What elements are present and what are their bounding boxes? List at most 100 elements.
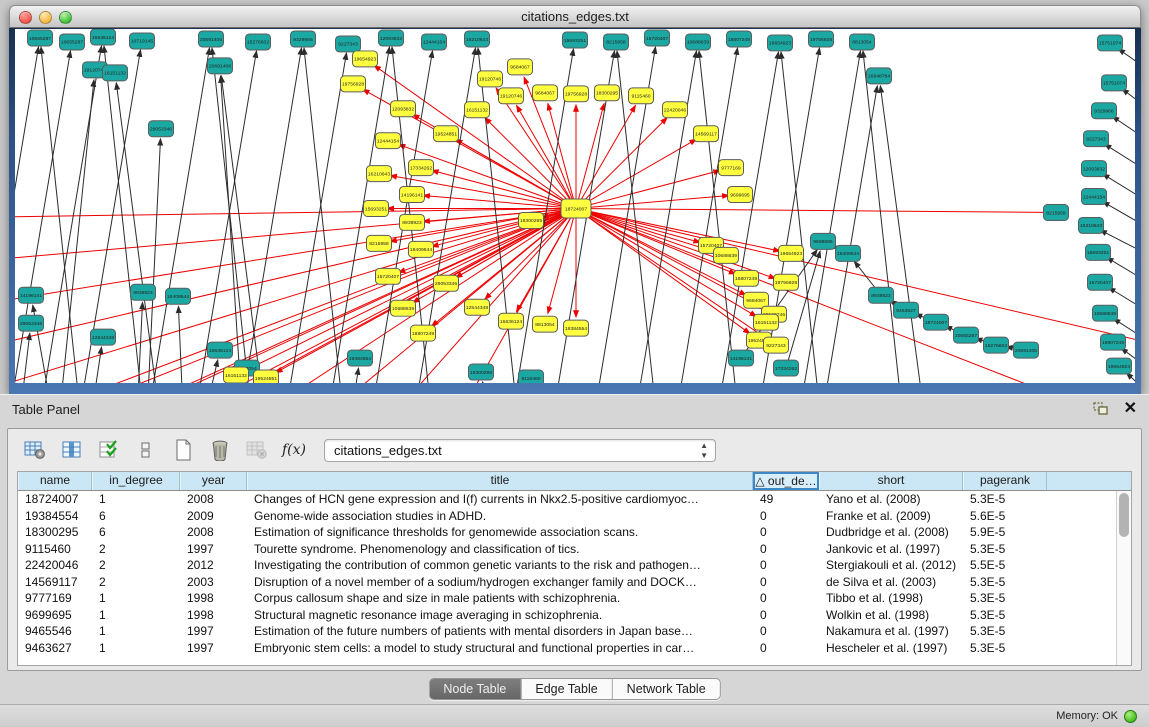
citation-edge-red[interactable] [576, 118, 667, 209]
teal-node[interactable]: 18300295 [469, 364, 494, 380]
hub-node[interactable]: 18724007 [561, 199, 591, 218]
teal-node[interactable]: 16636124 [91, 29, 116, 45]
teal-node[interactable]: 18807249 [727, 31, 752, 47]
yellow-node[interactable]: 12544348 [465, 299, 490, 315]
teal-node[interactable]: 15693251 [1086, 244, 1111, 260]
citation-edge-black[interactable] [345, 368, 359, 383]
table-cell[interactable]: 5.3E-5 [963, 607, 1047, 624]
table-cell[interactable]: 5.3E-5 [963, 491, 1047, 508]
teal-node[interactable]: 10719145 [130, 33, 155, 49]
citation-edge-black[interactable] [863, 51, 907, 383]
table-cell[interactable]: Wolkin et al. (1998) [819, 607, 963, 624]
yellow-node[interactable]: 9699695 [728, 187, 753, 203]
yellow-node[interactable]: 19524851 [254, 370, 279, 383]
citation-network-graph[interactable]: 1065528710655287166361241071914520691406… [15, 29, 1135, 383]
table-cell[interactable]: 5.3E-5 [963, 640, 1047, 657]
citation-edge-black[interactable] [278, 53, 347, 383]
table-cell[interactable]: Embryonic stem cells: a model to study s… [247, 640, 753, 657]
yellow-node[interactable]: 19756928 [564, 86, 589, 102]
table-cell[interactable]: 9777169 [18, 590, 92, 607]
citation-edge-black[interactable] [178, 306, 185, 383]
teal-node[interactable]: 19654923 [768, 35, 793, 51]
teal-node[interactable]: 10655287 [28, 30, 53, 46]
table-cell[interactable]: Hescheler et al. (1997) [819, 640, 963, 657]
teal-node[interactable]: 16648784 [867, 68, 892, 84]
teal-node[interactable]: 15751074 [1098, 35, 1123, 51]
table-cell[interactable]: 19384554 [18, 508, 92, 525]
teal-node[interactable]: 15751074 [1102, 75, 1127, 91]
table-cell[interactable]: 9465546 [18, 623, 92, 640]
table-cell[interactable]: Genome-wide association studies in ADHD. [247, 508, 753, 525]
citation-edge-red[interactable] [576, 208, 1056, 212]
yellow-node[interactable]: 22420046 [663, 102, 688, 118]
teal-node[interactable]: 10688639 [1093, 305, 1118, 321]
yellow-node[interactable]: 18300295 [595, 85, 620, 101]
teal-node[interactable]: 10688639 [686, 34, 711, 50]
teal-node[interactable]: 17334262 [774, 360, 799, 376]
teal-node[interactable]: 8938923 [131, 284, 156, 300]
citation-edge-red[interactable] [398, 208, 576, 272]
citation-edge-red[interactable] [576, 208, 750, 333]
table-cell[interactable]: 1 [92, 623, 180, 640]
table-cell[interactable]: 22420046 [18, 557, 92, 574]
table-cell[interactable]: 1 [92, 491, 180, 508]
teal-node[interactable]: 16151132 [103, 65, 128, 81]
table-row[interactable]: 946554611997Estimation of the future num… [18, 623, 1131, 640]
table-cell[interactable]: Structural magnetic resonance image aver… [247, 607, 753, 624]
yellow-node[interactable]: 8813054 [533, 316, 558, 332]
citation-edge-black[interactable] [1112, 116, 1135, 158]
teal-node[interactable]: 12444154 [1082, 189, 1107, 205]
teal-node[interactable]: 15276602 [246, 34, 271, 50]
yellow-node[interactable]: 14196141 [400, 187, 425, 203]
yellow-node[interactable]: 9227343 [764, 337, 789, 353]
column-header-name[interactable]: name [18, 472, 92, 490]
table-cell[interactable]: 5.3E-5 [963, 590, 1047, 607]
close-panel-icon[interactable]: ✕ [1124, 402, 1137, 416]
window-titlebar[interactable]: citations_edges.txt [9, 5, 1141, 28]
citation-edge-red[interactable] [435, 208, 576, 383]
column-header-pagerank[interactable]: pagerank [963, 472, 1047, 490]
yellow-node[interactable]: 17334262 [409, 160, 434, 176]
citation-edge-black[interactable] [1103, 174, 1135, 219]
yellow-node[interactable]: 8215958 [367, 235, 392, 251]
teal-node[interactable]: 12093832 [1082, 161, 1107, 177]
yellow-node[interactable]: 15720407 [376, 268, 401, 284]
table-cell[interactable]: 9115460 [18, 541, 92, 558]
yellow-node[interactable]: 19524851 [434, 126, 459, 142]
table-cell[interactable]: 2012 [180, 557, 247, 574]
table-row[interactable]: 1830029562008Estimation of significance … [18, 524, 1131, 541]
yellow-node[interactable]: 15693251 [364, 201, 389, 217]
yellow-node[interactable]: 29053346 [434, 275, 459, 291]
table-cell[interactable]: Tibbo et al. (1998) [819, 590, 963, 607]
teal-node[interactable]: 29053346 [19, 315, 44, 331]
teal-node[interactable]: 15276602 [984, 337, 1009, 353]
teal-node[interactable]: 9463627 [894, 302, 919, 318]
column-header-year[interactable]: year [180, 472, 247, 490]
table-row[interactable]: 1872400712008Changes of HCN gene express… [18, 491, 1131, 508]
delete-table-icon[interactable] [244, 438, 270, 462]
citation-edge-red[interactable] [398, 144, 576, 208]
teal-node[interactable]: 19756928 [809, 31, 834, 47]
column-header-out_de[interactable]: △ out_de… [753, 472, 819, 490]
table-cell[interactable]: 5.3E-5 [963, 574, 1047, 591]
yellow-node[interactable]: 18409544 [409, 241, 434, 257]
table-cell[interactable]: 2008 [180, 524, 247, 541]
teal-node[interactable]: 15720407 [645, 30, 670, 46]
yellow-node[interactable]: 10688639 [714, 247, 739, 263]
trash-icon[interactable] [207, 438, 233, 462]
table-cell[interactable]: 18724007 [18, 491, 92, 508]
teal-node[interactable]: 9115460 [519, 370, 544, 383]
table-settings-icon[interactable] [22, 438, 48, 462]
rows-icon[interactable] [133, 438, 159, 462]
table-cell[interactable]: 1998 [180, 590, 247, 607]
teal-node[interactable]: 14196141 [729, 350, 754, 366]
table-cell[interactable]: 49 [753, 491, 819, 508]
teal-node[interactable]: 20691406 [1014, 342, 1039, 358]
citation-edge-black[interactable] [1103, 202, 1135, 244]
yellow-node[interactable]: 19756928 [341, 76, 366, 92]
table-row[interactable]: 1938455462009Genome-wide association stu… [18, 508, 1131, 525]
tab-network-table[interactable]: Network Table [613, 679, 720, 699]
table-cell[interactable]: Estimation of the future numbers of pati… [247, 623, 753, 640]
citation-edge-black[interactable] [792, 51, 861, 383]
table-cell[interactable]: 1997 [180, 541, 247, 558]
